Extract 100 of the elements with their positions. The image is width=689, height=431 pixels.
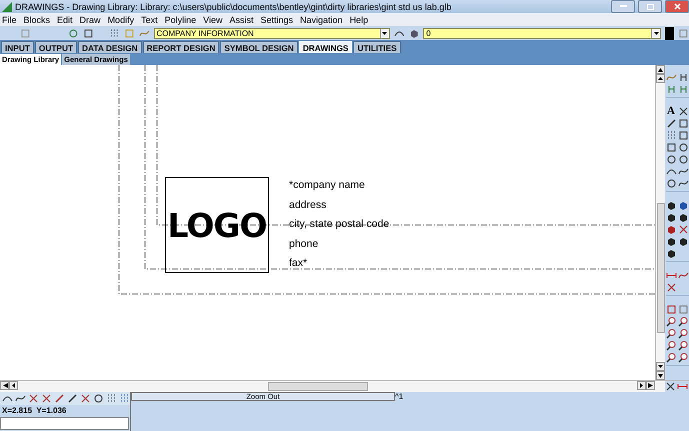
tab[interactable]: REPORT DESIGN <box>142 41 220 53</box>
menu-item[interactable]: Text <box>141 14 158 24</box>
menu-item[interactable]: Navigation <box>300 14 343 24</box>
circle-icon[interactable] <box>678 154 688 165</box>
layer-dropdown[interactable]: 0 <box>423 28 662 38</box>
magnifier-icon[interactable] <box>666 328 676 339</box>
arrow-up-icon <box>658 77 663 80</box>
cube-icon[interactable] <box>666 200 676 211</box>
circle-icon[interactable] <box>93 393 104 404</box>
dimension-icon[interactable] <box>666 270 676 281</box>
menu-item[interactable]: Blocks <box>24 14 50 24</box>
curve-icon[interactable] <box>678 270 688 281</box>
tab[interactable]: DATA DESIGN <box>78 41 142 53</box>
magnifier-icon[interactable] <box>678 316 688 327</box>
address-line: phone <box>289 236 320 252</box>
rectangle-icon[interactable] <box>678 118 688 129</box>
color-swatch[interactable] <box>665 26 674 40</box>
line-icon[interactable] <box>54 393 65 404</box>
curve-icon[interactable] <box>678 178 688 189</box>
scroll-down-button[interactable] <box>656 362 665 371</box>
arrow-down-icon <box>658 374 663 378</box>
line-icon[interactable] <box>67 393 78 404</box>
magnifier-icon[interactable] <box>666 352 676 363</box>
rectangle-icon[interactable] <box>666 304 676 315</box>
close-icon <box>674 3 680 10</box>
tab[interactable]: UTILITIES <box>353 41 401 53</box>
cube-icon[interactable] <box>666 236 676 247</box>
magnifier-icon[interactable] <box>678 352 688 363</box>
scroll-thumb[interactable] <box>268 382 368 391</box>
menu-item[interactable]: Draw <box>80 14 101 24</box>
cube-icon[interactable] <box>666 248 676 259</box>
line-icon[interactable] <box>666 118 676 129</box>
grid-icon[interactable] <box>109 28 120 38</box>
menu-item[interactable]: Edit <box>57 14 73 24</box>
cross-icon[interactable] <box>665 381 676 392</box>
scroll-bottom-button[interactable] <box>656 371 665 380</box>
window-title: DRAWINGS - Drawing Library: Library: c:\users\public\documents\bentley\gint\dirty libraries\gint std us lab.glb <box>15 2 452 12</box>
cube-icon[interactable] <box>678 212 688 223</box>
menu-item[interactable]: Polyline <box>164 14 196 24</box>
magnifier-icon[interactable] <box>666 316 676 327</box>
cube-icon[interactable] <box>678 236 688 247</box>
scroll-thumb[interactable] <box>656 203 664 333</box>
scroll-last-button[interactable] <box>646 381 655 390</box>
rectangle-icon[interactable] <box>678 130 688 141</box>
curve-icon[interactable] <box>15 393 26 404</box>
magnifier-icon[interactable] <box>678 340 688 351</box>
address-line: *company name <box>289 178 366 193</box>
close-button[interactable] <box>665 0 689 13</box>
arrow-left-icon <box>2 383 8 388</box>
scroll-up-button[interactable] <box>656 74 665 83</box>
text-tool[interactable]: A <box>666 106 676 117</box>
cube-icon[interactable] <box>678 200 688 211</box>
cross-icon[interactable] <box>41 393 52 404</box>
address-line: fax* <box>289 256 308 271</box>
rectangle-icon[interactable] <box>82 28 94 38</box>
maximize-button[interactable] <box>638 0 662 13</box>
cube-icon[interactable] <box>666 212 676 223</box>
tab[interactable]: DRAWINGS <box>298 41 352 53</box>
command-input[interactable] <box>0 417 129 430</box>
circle-icon[interactable] <box>678 142 688 153</box>
coordinates-readout: X=2.815 Y=1.036 <box>1 405 68 417</box>
tab[interactable]: SYMBOL DESIGN <box>220 41 298 53</box>
page-marker: ^1 <box>395 392 404 401</box>
grid-icon[interactable] <box>666 130 676 141</box>
dimension-icon[interactable] <box>677 381 688 392</box>
arrow-right-icon <box>640 383 643 388</box>
circle-icon[interactable] <box>666 178 676 189</box>
menu-item[interactable]: Settings <box>260 14 294 24</box>
maximize-icon <box>646 4 654 10</box>
cross-icon[interactable] <box>28 393 39 404</box>
menu-item[interactable]: Modify <box>108 14 134 24</box>
minimize-button[interactable] <box>611 0 635 13</box>
rectangle-icon[interactable] <box>666 142 676 153</box>
cube-icon[interactable] <box>666 224 676 235</box>
menu-item[interactable]: File <box>2 14 17 24</box>
magnifier-icon[interactable] <box>666 340 676 351</box>
menu-item[interactable]: Help <box>350 14 368 24</box>
arrow-right-icon <box>648 383 654 388</box>
address-line: address <box>289 198 328 212</box>
tab[interactable]: INPUT <box>1 41 34 53</box>
cross-icon[interactable] <box>666 282 676 293</box>
caret-icon <box>382 32 388 34</box>
magnifier-icon[interactable] <box>678 328 688 339</box>
caret-icon <box>654 32 659 34</box>
minimize-icon <box>620 5 626 8</box>
arrow-up-icon <box>658 68 663 72</box>
cross-icon[interactable] <box>80 393 91 404</box>
curve-icon[interactable] <box>678 166 688 177</box>
grid-icon[interactable] <box>106 393 117 404</box>
entity-dropdown[interactable]: COMPANY INFORMATION <box>154 28 390 38</box>
circle-icon[interactable] <box>666 154 676 165</box>
scroll-top-button[interactable] <box>656 65 665 74</box>
grid-icon[interactable] <box>119 393 130 404</box>
menu-item[interactable]: View <box>203 14 222 24</box>
scroll-first-button[interactable] <box>0 381 9 390</box>
cross-icon[interactable] <box>678 106 688 117</box>
cross-icon[interactable] <box>678 224 688 235</box>
menu-item[interactable]: Assist <box>229 14 254 24</box>
tab[interactable]: OUTPUT <box>34 41 78 53</box>
arrow-left-icon <box>12 383 15 388</box>
